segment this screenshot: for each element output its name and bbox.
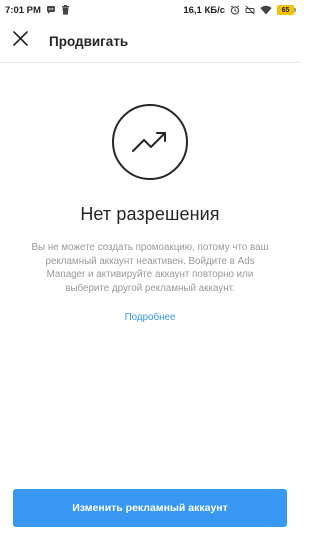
battery-icon: 65 <box>277 5 296 15</box>
status-bar-right: 16,1 КБ/с 65 <box>183 4 296 16</box>
learn-more-link[interactable]: Подробнее <box>125 312 176 323</box>
trending-up-icon <box>112 104 188 180</box>
clock: 7:01 PM <box>5 4 41 16</box>
close-button[interactable] <box>0 20 40 63</box>
chat-bubble-icon <box>46 5 56 15</box>
empty-state-description: Вы не можете создать промоакцию, потому … <box>31 242 269 294</box>
top-app-bar: Продвигать <box>0 20 300 63</box>
status-bar-left: 7:01 PM <box>5 5 70 16</box>
empty-state-title: Нет разрешения <box>80 204 220 224</box>
alarm-icon <box>230 5 240 15</box>
status-bar: 7:01 PM 16,1 КБ/с 65 <box>0 0 300 20</box>
network-speed: 16,1 КБ/с <box>183 4 225 16</box>
page-title: Продвигать <box>49 33 129 49</box>
empty-state: Нет разрешения Вы не можете создать пром… <box>0 63 300 323</box>
change-ad-account-label: Изменить рекламный аккаунт <box>72 502 228 514</box>
silent-icon <box>245 5 255 15</box>
close-icon <box>12 31 28 51</box>
change-ad-account-button[interactable]: Изменить рекламный аккаунт <box>13 489 287 527</box>
battery-level: 65 <box>281 6 290 14</box>
trash-icon <box>61 5 70 15</box>
wifi-icon <box>260 5 272 15</box>
